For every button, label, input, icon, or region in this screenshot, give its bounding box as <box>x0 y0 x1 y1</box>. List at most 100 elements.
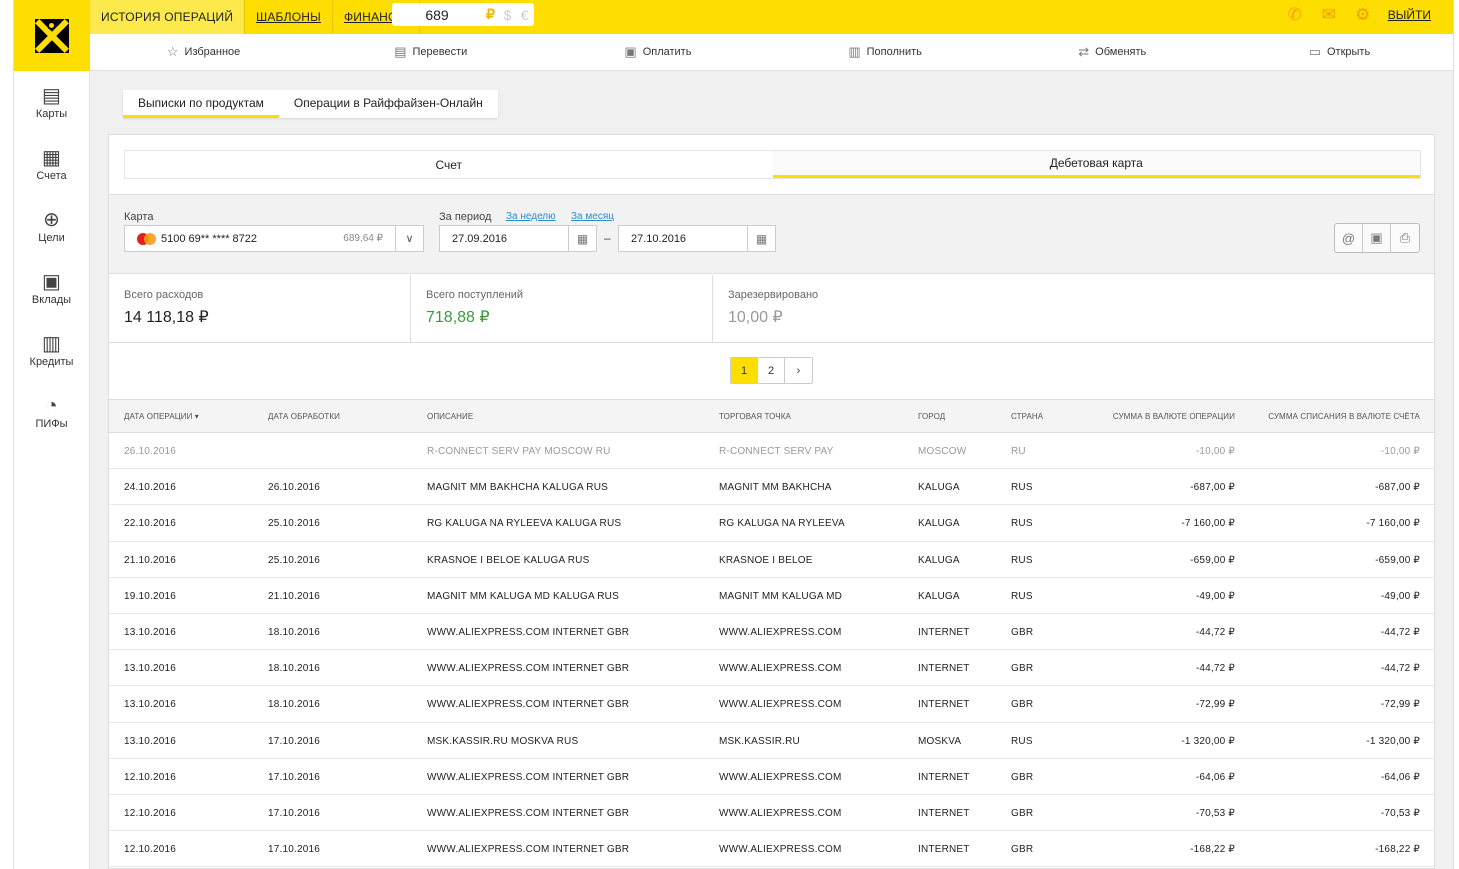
table-cell: KALUGA <box>918 554 960 566</box>
table-cell: -659,00 ₽ <box>1190 554 1235 566</box>
date-to-field[interactable]: 27.10.2016 ▦ <box>618 225 776 252</box>
table-cell: 25.10.2016 <box>268 518 321 530</box>
column-header-sortable[interactable]: ДАТА ОПЕРАЦИИ ▾ <box>124 412 199 421</box>
table-cell: KRASNOE I BELOE KALUGA RUS <box>427 554 590 566</box>
chevron-down-icon[interactable]: ∨ <box>395 226 423 251</box>
table-cell: 18.10.2016 <box>268 626 321 638</box>
column-header: СУММА СПИСАНИЯ В ВАЛЮТЕ СЧЁТА <box>1268 412 1420 421</box>
action-pay[interactable]: ▣ Оплатить <box>544 34 771 70</box>
raiffeisen-logo[interactable] <box>14 0 90 71</box>
total-value: 14 118,18 ₽ <box>124 309 209 326</box>
table-row[interactable]: 13.10.2016 18.10.2016 WWW.ALIEXPRESS.COM I… <box>109 650 1434 687</box>
table-cell: RUS <box>1011 590 1033 602</box>
table-cell: RG KALUGA NA RYLEEVA <box>719 518 845 530</box>
tab-history[interactable]: ИСТОРИЯ ОПЕРАЦИЙ <box>90 0 246 34</box>
total-reserved: Зарезервировано 10,00 ₽ <box>713 275 1434 342</box>
totals-row: Всего расходов 14 118,18 ₽ Всего поступл… <box>109 275 1434 343</box>
table-row[interactable]: 21.10.2016 25.10.2016 KRASNOE I BELOE KALU… <box>109 542 1434 578</box>
table-cell: GBR <box>1011 807 1034 819</box>
header-tools: ✆ ✉ ⚙ ВЫЙТИ <box>1284 0 1431 30</box>
sidebar-item-cards[interactable]: ▤ Карты <box>14 71 89 133</box>
tab-debit-card[interactable]: Дебетовая карта <box>772 151 1420 178</box>
total-label: Зарезервировано <box>728 289 819 301</box>
filter-bar: Карта 5100 69** **** 8722 689,64 ₽ ∨ За … <box>109 194 1434 274</box>
next-page-button[interactable]: › <box>785 358 812 383</box>
table-cell: 26.10.2016 <box>124 446 177 457</box>
currency-eur-toggle[interactable]: € <box>516 7 533 23</box>
table-cell: -7 160,00 ₽ <box>1181 518 1235 530</box>
table-cell: 13.10.2016 <box>124 735 177 747</box>
statement-panel: Счет Дебетовая карта Карта 5100 69** ***… <box>108 134 1435 869</box>
table-cell: KALUGA <box>918 482 960 494</box>
table-row[interactable]: 19.10.2016 21.10.2016 MAGNIT MM KALUGA MD … <box>109 578 1434 614</box>
card-select[interactable]: 5100 69** **** 8722 689,64 ₽ ∨ <box>124 225 424 252</box>
sidebar-item-funds[interactable]: ◔ ПИФы <box>14 381 89 443</box>
table-cell: -49,00 ₽ <box>1195 590 1235 602</box>
tab-templates[interactable]: ШАБЛОНЫ <box>245 0 333 34</box>
table-row[interactable]: 12.10.2016 17.10.2016 WWW.ALIEXPRESS.COM I… <box>109 759 1434 795</box>
table-row[interactable]: 26.10.2016 R-CONNECT SERV PAY MOSCOW RU R-… <box>109 433 1434 470</box>
table-row[interactable]: 22.10.2016 25.10.2016 RG KALUGA NA RYLEEVA… <box>109 505 1434 542</box>
topup-icon: ▥ <box>848 44 861 59</box>
table-cell: -10,00 ₽ <box>1380 446 1420 457</box>
pagination: 1 2 › <box>730 357 813 384</box>
action-transfer[interactable]: ▤ Перевести <box>317 34 544 70</box>
tab-online-operations[interactable]: Операции в Райффайзен-Онлайн <box>279 90 498 118</box>
table-cell: RUS <box>1011 735 1033 747</box>
email-icon[interactable]: @ <box>1335 224 1363 252</box>
currency-usd-toggle[interactable]: $ <box>499 7 516 23</box>
sidebar-item-accounts[interactable]: ▦ Счета <box>14 133 89 195</box>
logout-link[interactable]: ВЫЙТИ <box>1388 8 1431 22</box>
month-link[interactable]: За месяц <box>571 211 614 222</box>
balance-widget: 689 ₽ $ € <box>392 3 534 26</box>
table-cell: MAGNIT MM KALUGA MD <box>719 590 843 602</box>
sidebar-item-label: Счета <box>36 170 67 182</box>
accounts-icon: ▦ <box>42 147 61 169</box>
calendar-icon[interactable]: ▦ <box>568 226 596 251</box>
table-cell: 17.10.2016 <box>268 735 321 747</box>
card-label: Карта <box>124 211 154 223</box>
save-icon[interactable]: ▣ <box>1363 224 1391 252</box>
mail-icon[interactable]: ✉ <box>1318 4 1340 26</box>
table-cell: GBR <box>1011 626 1034 638</box>
table-row[interactable]: 13.10.2016 18.10.2016 WWW.ALIEXPRESS.COM I… <box>109 686 1434 723</box>
gear-icon[interactable]: ⚙ <box>1352 4 1374 26</box>
date-from-field[interactable]: 27.09.2016 ▦ <box>439 225 597 252</box>
currency-rub-toggle[interactable]: ₽ <box>482 6 499 23</box>
table-cell: R-CONNECT SERV PAY <box>719 446 834 457</box>
action-topup[interactable]: ▥ Пополнить <box>772 34 999 70</box>
total-income: Всего поступлений 718,88 ₽ <box>411 275 713 342</box>
sidebar-item-goals[interactable]: ⊕ Цели <box>14 195 89 257</box>
table-cell: MAGNIT MM BAKHCHA KALUGA RUS <box>427 482 609 494</box>
page-button[interactable]: 2 <box>758 358 785 383</box>
period-label: За период <box>439 211 492 223</box>
table-cell: 18.10.2016 <box>268 699 321 711</box>
table-row[interactable]: 24.10.2016 26.10.2016 MAGNIT MM BAKHCHA KA… <box>109 469 1434 506</box>
table-row[interactable]: 12.10.2016 17.10.2016 WWW.ALIEXPRESS.COM I… <box>109 795 1434 832</box>
table-cell: -70,53 ₽ <box>1195 807 1235 819</box>
week-link[interactable]: За неделю <box>506 211 556 222</box>
table-cell: 24.10.2016 <box>124 482 177 494</box>
print-icon[interactable]: ⎙ <box>1391 224 1419 252</box>
sidebar-item-credits[interactable]: ▥ Кредиты <box>14 319 89 381</box>
action-exchange[interactable]: ⇄ Обменять <box>999 34 1226 70</box>
action-favorites[interactable]: ☆ Избранное <box>90 34 317 70</box>
table-row[interactable]: 13.10.2016 18.10.2016 WWW.ALIEXPRESS.COM I… <box>109 614 1434 651</box>
table-row[interactable]: 13.10.2016 17.10.2016 MSK.KASSIR.RU MOSKVA… <box>109 723 1434 759</box>
table-cell: 17.10.2016 <box>268 807 321 819</box>
star-icon: ☆ <box>166 44 179 59</box>
tab-product-statements[interactable]: Выписки по продуктам <box>123 90 279 118</box>
sidebar-item-deposits[interactable]: ▣ Вклады <box>14 257 89 319</box>
total-expenses: Всего расходов 14 118,18 ₽ <box>109 275 411 342</box>
table-cell: GBR <box>1011 844 1034 856</box>
page-button[interactable]: 1 <box>731 358 758 383</box>
table-cell: KRASNOE I BELOE <box>719 554 813 566</box>
phone-icon[interactable]: ✆ <box>1284 4 1306 26</box>
tab-account[interactable]: Счет <box>125 151 773 178</box>
column-header: ОПИСАНИЕ <box>427 412 474 421</box>
table-cell: 25.10.2016 <box>268 554 321 566</box>
table-row[interactable]: 12.10.2016 17.10.2016 WWW.ALIEXPRESS.COM I… <box>109 831 1434 868</box>
action-open[interactable]: ▭ Открыть <box>1226 34 1453 70</box>
calendar-icon[interactable]: ▦ <box>747 226 775 251</box>
table-cell: KALUGA <box>918 590 960 602</box>
